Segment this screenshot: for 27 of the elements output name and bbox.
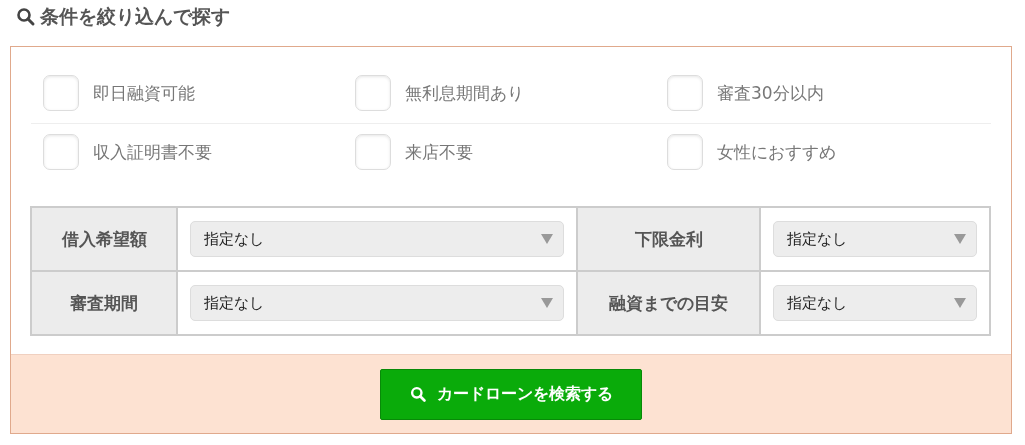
checkbox-label: 審査30分以内 [717,81,824,105]
checkbox-label: 女性におすすめ [717,140,836,164]
caret-icon [541,298,553,308]
checkbox-label: 収入証明書不要 [93,140,212,164]
caret-icon [954,234,966,244]
search-icon [409,386,427,403]
checkbox[interactable] [355,134,391,170]
dropdown[interactable]: 指定なし [190,221,564,257]
checkbox-label: 即日融資可能 [93,81,195,105]
filter-label: 借入希望額 [31,207,177,271]
filter-label: 審査期間 [31,271,177,335]
checkbox[interactable] [43,75,79,111]
checkbox[interactable] [43,134,79,170]
filter-label: 下限金利 [577,207,760,271]
checkbox-label: 来店不要 [405,140,473,164]
checkbox-label: 無利息期間あり [405,81,524,105]
dropdown[interactable]: 指定なし [773,221,977,257]
dropdown[interactable]: 指定なし [773,285,977,321]
caret-icon [541,234,553,244]
checkbox[interactable] [667,134,703,170]
checkbox[interactable] [355,75,391,111]
checkbox[interactable] [667,75,703,111]
filter-label: 融資までの目安 [577,271,760,335]
section-heading: 条件を絞り込んで探す [40,4,230,29]
search-icon [16,7,36,27]
caret-icon [954,298,966,308]
dropdown[interactable]: 指定なし [190,285,564,321]
